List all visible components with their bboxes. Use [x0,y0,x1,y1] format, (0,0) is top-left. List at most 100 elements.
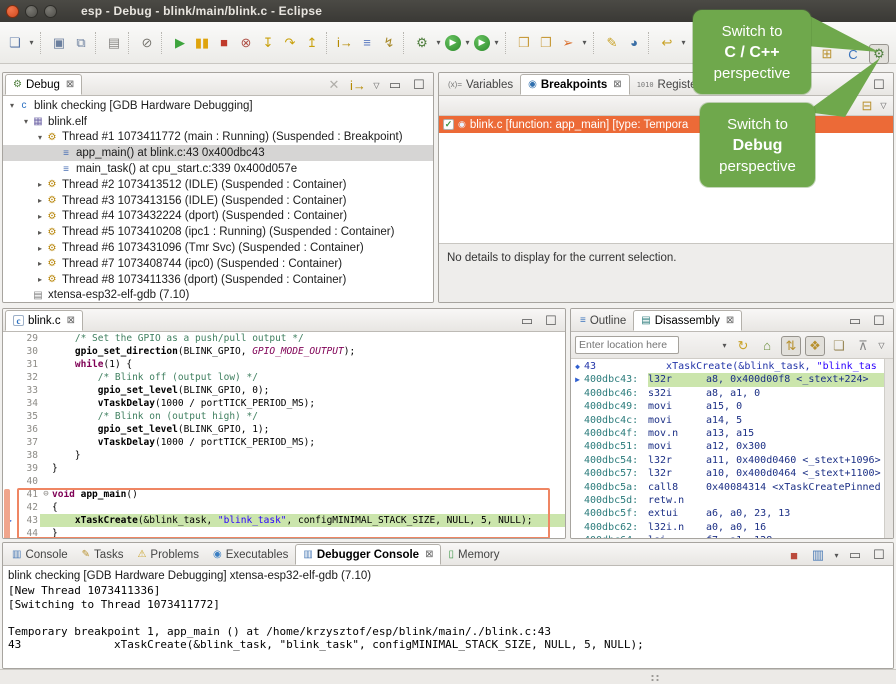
debug-tree-item[interactable]: ▸⚙Thread #4 1073432224 (dport) (Suspende… [3,209,433,225]
location-input[interactable] [575,336,679,354]
remove-all-terminated-icon[interactable]: ✕ [324,75,344,95]
tree-twistie-icon[interactable]: ▸ [35,244,45,253]
code-line[interactable]: 29 /* Set the GPIO as a push/pull output… [3,332,565,345]
tab-debug[interactable]: ⚙ Debug ⊠ [5,74,82,95]
debug-tree-item[interactable]: ≡main_task() at cpu_start.c:339 0x400d05… [3,161,433,177]
external-browser-icon[interactable]: ◕ [624,33,644,53]
debug-tree-item[interactable]: ▸⚙Thread #6 1073431096 (Tmr Svc) (Suspen… [3,240,433,256]
maximize-icon[interactable]: ☐ [869,75,889,95]
debug-tree-item[interactable]: ▤xtensa-esp32-elf-gdb (7.10) [3,288,433,302]
minimize-icon[interactable]: ▭ [845,545,865,565]
code-line[interactable]: 40 [3,475,565,488]
tree-twistie-icon[interactable]: ▸ [35,275,45,284]
tab-variables[interactable]: (x)= Variables [441,74,520,95]
debug-tree-item[interactable]: ▸⚙Thread #3 1073413156 (IDLE) (Suspended… [3,193,433,209]
tree-twistie-icon[interactable]: ▾ [35,133,45,142]
tab-executables[interactable]: ◉Executables [206,544,295,565]
save-icon[interactable]: ▣ [49,33,69,53]
view-menu-icon[interactable]: ▽ [372,75,381,95]
last-edit-dropdown-icon[interactable]: ▾ [679,33,688,53]
step-return-icon[interactable]: ↥ [302,33,322,53]
tree-twistie-icon[interactable]: ▸ [35,180,45,189]
run-icon[interactable]: ▶ [445,35,461,51]
disassembly-line[interactable]: ▶400dbc43:l32ra8, 0x400d00f8 <_stext+224… [571,373,893,386]
terminate-console-icon[interactable]: ■ [784,545,804,565]
code-line[interactable]: 39} [3,462,565,475]
disassembly-line[interactable]: 400dbc49:movia15, 0 [571,400,893,413]
console-body[interactable]: blink checking [GDB Hardware Debugging] … [3,566,893,668]
new-view-icon[interactable]: ❏ [829,336,849,356]
disassembly-scrollbar[interactable] [884,359,893,538]
tab-blink-c[interactable]: c blink.c ⊠ [5,310,83,331]
last-edit-icon[interactable]: ↩ [657,33,677,53]
tab-outline[interactable]: ≡ Outline [573,310,633,331]
code-line[interactable]: ▶43 xTaskCreate(&blink_task, "blink_task… [3,514,565,527]
disassembly-line[interactable]: 400dbc57:l32ra10, 0x400d0464 <_stext+110… [571,467,893,480]
sync-source-icon[interactable]: ⇅ [781,336,801,356]
location-dropdown-icon[interactable]: ▾ [720,336,729,356]
code-line[interactable]: 41⊖void app_main() [3,488,565,501]
console-output[interactable]: [New Thread 1073411336] [Switching to Th… [3,584,893,652]
code-line[interactable]: 31 while(1) { [3,358,565,371]
tab-breakpoints[interactable]: ◉ Breakpoints ⊠ [520,74,630,95]
open-element-icon[interactable]: ❒ [514,33,534,53]
tree-twistie-icon[interactable]: ▾ [21,117,31,126]
minimize-icon[interactable]: ▭ [845,311,865,331]
tab-problems[interactable]: ⚠Problems [130,544,206,565]
maximize-icon[interactable]: ☐ [409,75,429,95]
debug-tree-item[interactable]: ▸⚙Thread #7 1073408744 (ipc0) (Suspended… [3,256,433,272]
resume-icon[interactable]: ▶ [170,33,190,53]
window-maximize-button[interactable] [44,5,57,18]
code-line[interactable]: 30 gpio_set_direction(BLINK_GPIO, GPIO_M… [3,345,565,358]
disassembly-line[interactable]: 400dbc64:lsif7, a1, 128 [571,534,893,538]
tab-console[interactable]: ▥Console [5,544,75,565]
step-over-icon[interactable]: ↷ [280,33,300,53]
instruction-stepping-toggle-icon[interactable]: i→ [348,75,368,95]
tab-tasks[interactable]: ✎Tasks [75,544,131,565]
debug-icon[interactable]: ⚙ [412,33,432,53]
run-dropdown-icon[interactable]: ▾ [463,33,472,53]
maximize-icon[interactable]: ☐ [541,311,561,331]
debug-tree-item[interactable]: ▾cblink checking [GDB Hardware Debugging… [3,98,433,114]
tree-twistie-icon[interactable]: ▸ [35,196,45,205]
build-icon[interactable]: ▤ [104,33,124,53]
minimize-icon[interactable]: ▭ [517,311,537,331]
window-close-button[interactable] [6,5,19,18]
pin-view-icon[interactable]: ⊼ [853,336,873,356]
refresh-icon[interactable]: ↻ [733,336,753,356]
disconnect-icon[interactable]: ⊗ [236,33,256,53]
code-line[interactable]: 34 vTaskDelay(1000 / portTICK_PERIOD_MS)… [3,397,565,410]
tab-memory[interactable]: ▯Memory [441,544,506,565]
close-tab-icon[interactable]: ⊠ [425,549,433,560]
step-into-icon[interactable]: ↧ [258,33,278,53]
external-tools-dropdown-icon[interactable]: ▾ [492,33,501,53]
step-filters-icon[interactable]: ≡ [357,33,377,53]
new-dropdown-icon[interactable]: ▾ [27,33,36,53]
disassembly-line[interactable]: 400dbc62:l32i.na0, a0, 16 [571,521,893,534]
tab-debugger-console[interactable]: ▥Debugger Console⊠ [295,544,441,565]
home-icon[interactable]: ⌂ [757,336,777,356]
breakpoint-row[interactable]: ✓ ◉ blink.c [function: app_main] [type: … [439,116,893,133]
debug-tree-item[interactable]: ▸⚙Thread #5 1073410208 (ipc1 : Running) … [3,224,433,240]
view-menu-icon[interactable]: ▽ [877,336,886,356]
flash-icon[interactable]: ➢ [558,33,578,53]
breakpoint-checkbox[interactable]: ✓ [443,119,454,130]
mark-occurrences-icon[interactable]: ✎ [602,33,622,53]
maximize-icon[interactable]: ☐ [869,311,889,331]
disassembly-line[interactable]: 400dbc5d:retw.n [571,494,893,507]
disassembly-line[interactable]: 400dbc5a:call80x40084314 <xTaskCreatePin… [571,481,893,494]
display-console-icon[interactable]: ▥ [808,545,828,565]
code-line[interactable]: 37 vTaskDelay(1000 / portTICK_PERIOD_MS)… [3,436,565,449]
flash-dropdown-icon[interactable]: ▾ [580,33,589,53]
code-line[interactable]: 33 gpio_set_level(BLINK_GPIO, 0); [3,384,565,397]
tree-twistie-icon[interactable]: ▾ [7,101,17,110]
disassembly-line[interactable]: 400dbc5f:extuia6, a0, 23, 13 [571,507,893,520]
close-tab-icon[interactable]: ⊠ [66,79,74,90]
drop-to-frame-icon[interactable]: ↯ [379,33,399,53]
disassembly-line[interactable]: 400dbc51:movia12, 0x300 [571,440,893,453]
code-line[interactable]: 35 /* Blink on (output high) */ [3,410,565,423]
maximize-icon[interactable]: ☐ [869,545,889,565]
open-perspective-icon[interactable]: ⊞ [817,44,837,64]
debug-perspective-icon[interactable]: ⚙ [869,44,889,64]
close-tab-icon[interactable]: ⊠ [613,79,621,90]
